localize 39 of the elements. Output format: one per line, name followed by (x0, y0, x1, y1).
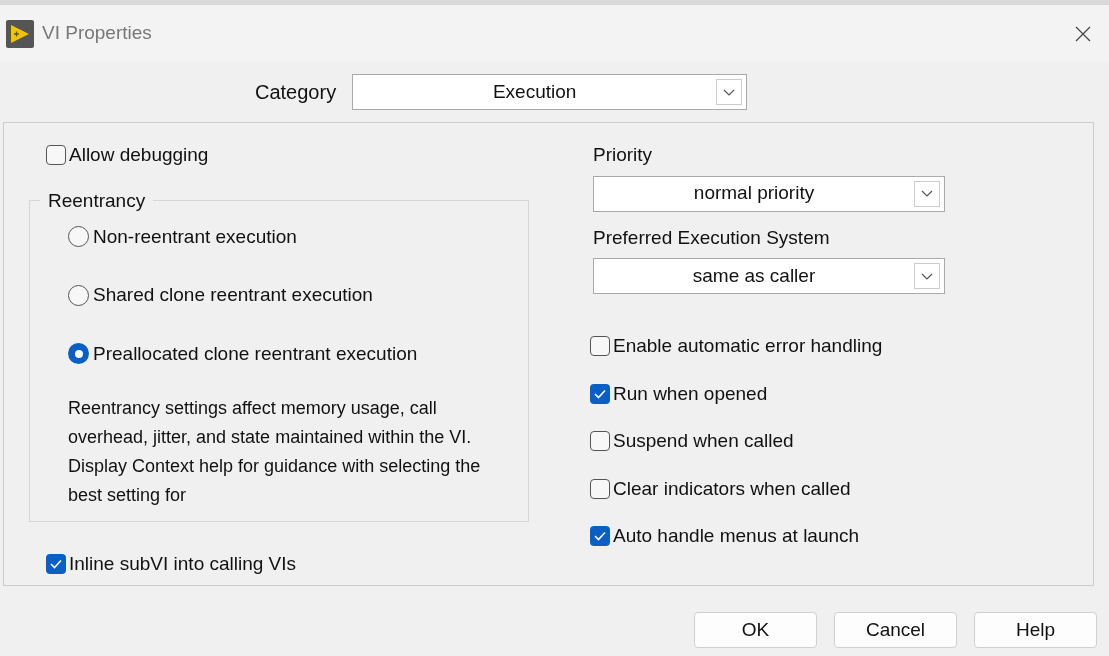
checkbox[interactable] (590, 336, 610, 357)
chevron-icon (914, 180, 940, 207)
checkbox[interactable] (590, 478, 610, 499)
radio-label: Preallocated clone reentrant execution (93, 341, 418, 366)
checkmark-icon (50, 558, 62, 569)
checkbox[interactable] (46, 553, 66, 574)
checkmark-icon (594, 531, 606, 542)
chevron-icon (914, 263, 940, 289)
reentrancy-description: Reentrancy settings affect memory usage, call overhead, jitter, and state maintained within the VI. Display Context help for guidance with selecting the best setting for (68, 397, 482, 507)
execution-system-label: Preferred Execution System (593, 225, 831, 250)
checkbox-label: Inline subVI into calling VIs (69, 551, 297, 576)
dialog-button[interactable]: OK (694, 612, 817, 648)
chevron-icon (716, 79, 743, 105)
checkbox[interactable] (590, 526, 610, 547)
checkbox-label: Run when opened (613, 381, 768, 406)
radio-label: Shared clone reentrant execution (93, 283, 373, 307)
checkbox[interactable] (590, 431, 610, 452)
priority-dropdown[interactable]: normal priority (593, 175, 945, 212)
checkbox-label: Auto handle menus at launch (613, 524, 860, 548)
category-dropdown[interactable]: Execution (352, 74, 748, 110)
window-title: VI Properties (42, 21, 153, 46)
checkbox-label: Enable automatic error handling (613, 334, 883, 358)
checkbox[interactable] (46, 145, 66, 166)
dialog-button[interactable]: Help (974, 612, 1097, 648)
checkmark-icon (594, 388, 606, 399)
execution-system-dropdown[interactable]: same as caller (593, 258, 945, 294)
radio-button[interactable] (68, 226, 89, 248)
category-label: Category (255, 80, 337, 105)
radio-button[interactable] (68, 343, 89, 365)
radio-button[interactable] (68, 284, 89, 306)
app-icon (6, 19, 34, 48)
priority-label: Priority (593, 143, 654, 167)
checkbox-label: Allow debugging (69, 143, 209, 167)
dialog-button[interactable]: Cancel (834, 612, 957, 648)
checkbox-label: Suspend when called (613, 429, 794, 453)
close-icon[interactable] (1075, 25, 1091, 42)
checkbox-label: Clear indicators when called (613, 476, 851, 501)
radio-label: Non-reentrant execution (93, 224, 297, 249)
checkbox[interactable] (590, 383, 610, 404)
